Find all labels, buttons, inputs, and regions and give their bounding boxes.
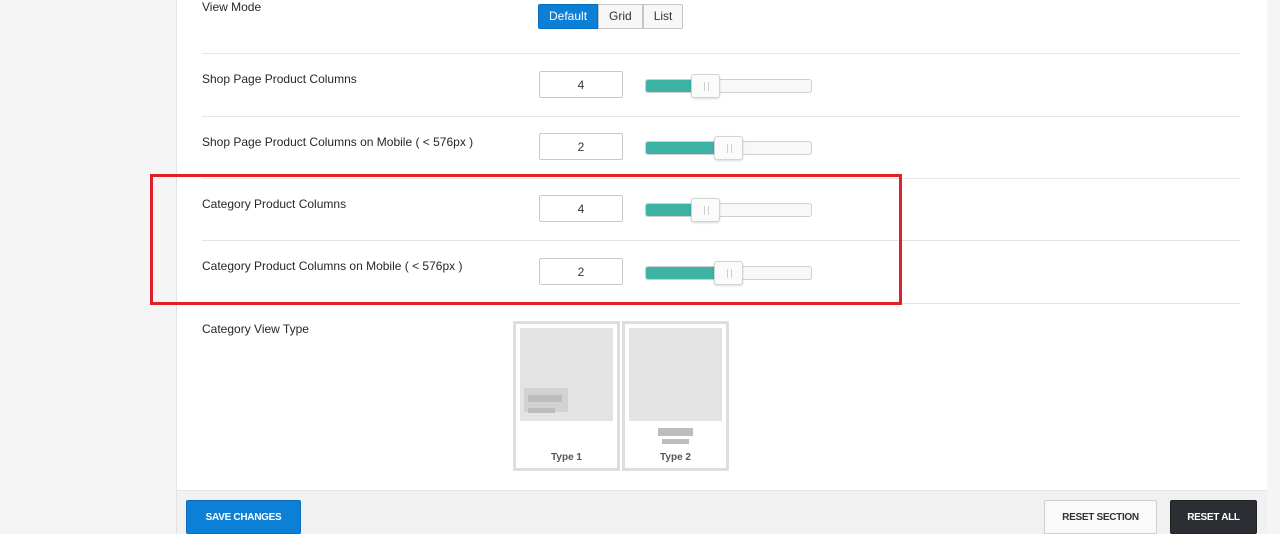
category-columns-input[interactable] [539,195,623,222]
view-mode-button-group: Default Grid List [538,4,684,29]
view-type-2-option[interactable]: Type 2 [622,321,729,471]
category-view-type-label: Category View Type [202,322,309,336]
type-2-preview [629,328,722,421]
view-mode-label: View Mode [202,0,262,14]
view-mode-row: View Mode Default Grid List [202,0,1240,54]
shop-columns-mobile-input[interactable] [539,133,623,160]
reset-section-button[interactable]: RESET SECTION [1044,500,1157,534]
slider-handle[interactable] [714,261,743,285]
category-columns-slider[interactable] [645,198,812,222]
view-mode-grid-button[interactable]: Grid [598,4,643,29]
category-columns-row: Category Product Columns [202,179,1240,241]
category-columns-mobile-input[interactable] [539,258,623,285]
options-footer: SAVE CHANGES RESET SECTION RESET ALL [177,490,1267,534]
slider-handle[interactable] [691,74,720,98]
view-type-2-caption: Type 2 [660,452,691,463]
shop-columns-mobile-slider[interactable] [645,136,812,160]
slider-handle[interactable] [691,198,720,222]
type-2-title-bar [658,428,693,436]
type-1-price-bar [528,408,555,413]
left-sidebar [0,0,177,534]
type-1-preview [520,328,613,421]
type-2-price-bar [662,439,689,444]
right-gutter [1267,0,1280,534]
options-panel: View Mode Default Grid List Shop Page Pr… [177,0,1267,490]
view-mode-list-button[interactable]: List [642,4,684,29]
slider-handle[interactable] [714,136,743,160]
shop-columns-input[interactable] [539,71,623,98]
view-type-1-caption: Type 1 [551,452,582,463]
type-1-title-bar [528,395,562,402]
shop-columns-mobile-label: Shop Page Product Columns on Mobile ( < … [202,135,474,149]
category-columns-mobile-slider[interactable] [645,261,812,285]
reset-all-button[interactable]: RESET ALL [1170,500,1257,534]
shop-columns-row: Shop Page Product Columns [202,54,1240,117]
save-changes-button[interactable]: SAVE CHANGES [186,500,301,534]
shop-columns-mobile-row: Shop Page Product Columns on Mobile ( < … [202,117,1240,179]
view-mode-default-button[interactable]: Default [538,4,599,29]
shop-columns-label: Shop Page Product Columns [202,72,357,86]
view-type-1-option[interactable]: Type 1 [513,321,620,471]
category-columns-label: Category Product Columns [202,197,347,211]
shop-columns-slider[interactable] [645,74,812,98]
category-columns-mobile-label: Category Product Columns on Mobile ( < 5… [202,259,463,273]
category-columns-mobile-row: Category Product Columns on Mobile ( < 5… [202,241,1240,304]
